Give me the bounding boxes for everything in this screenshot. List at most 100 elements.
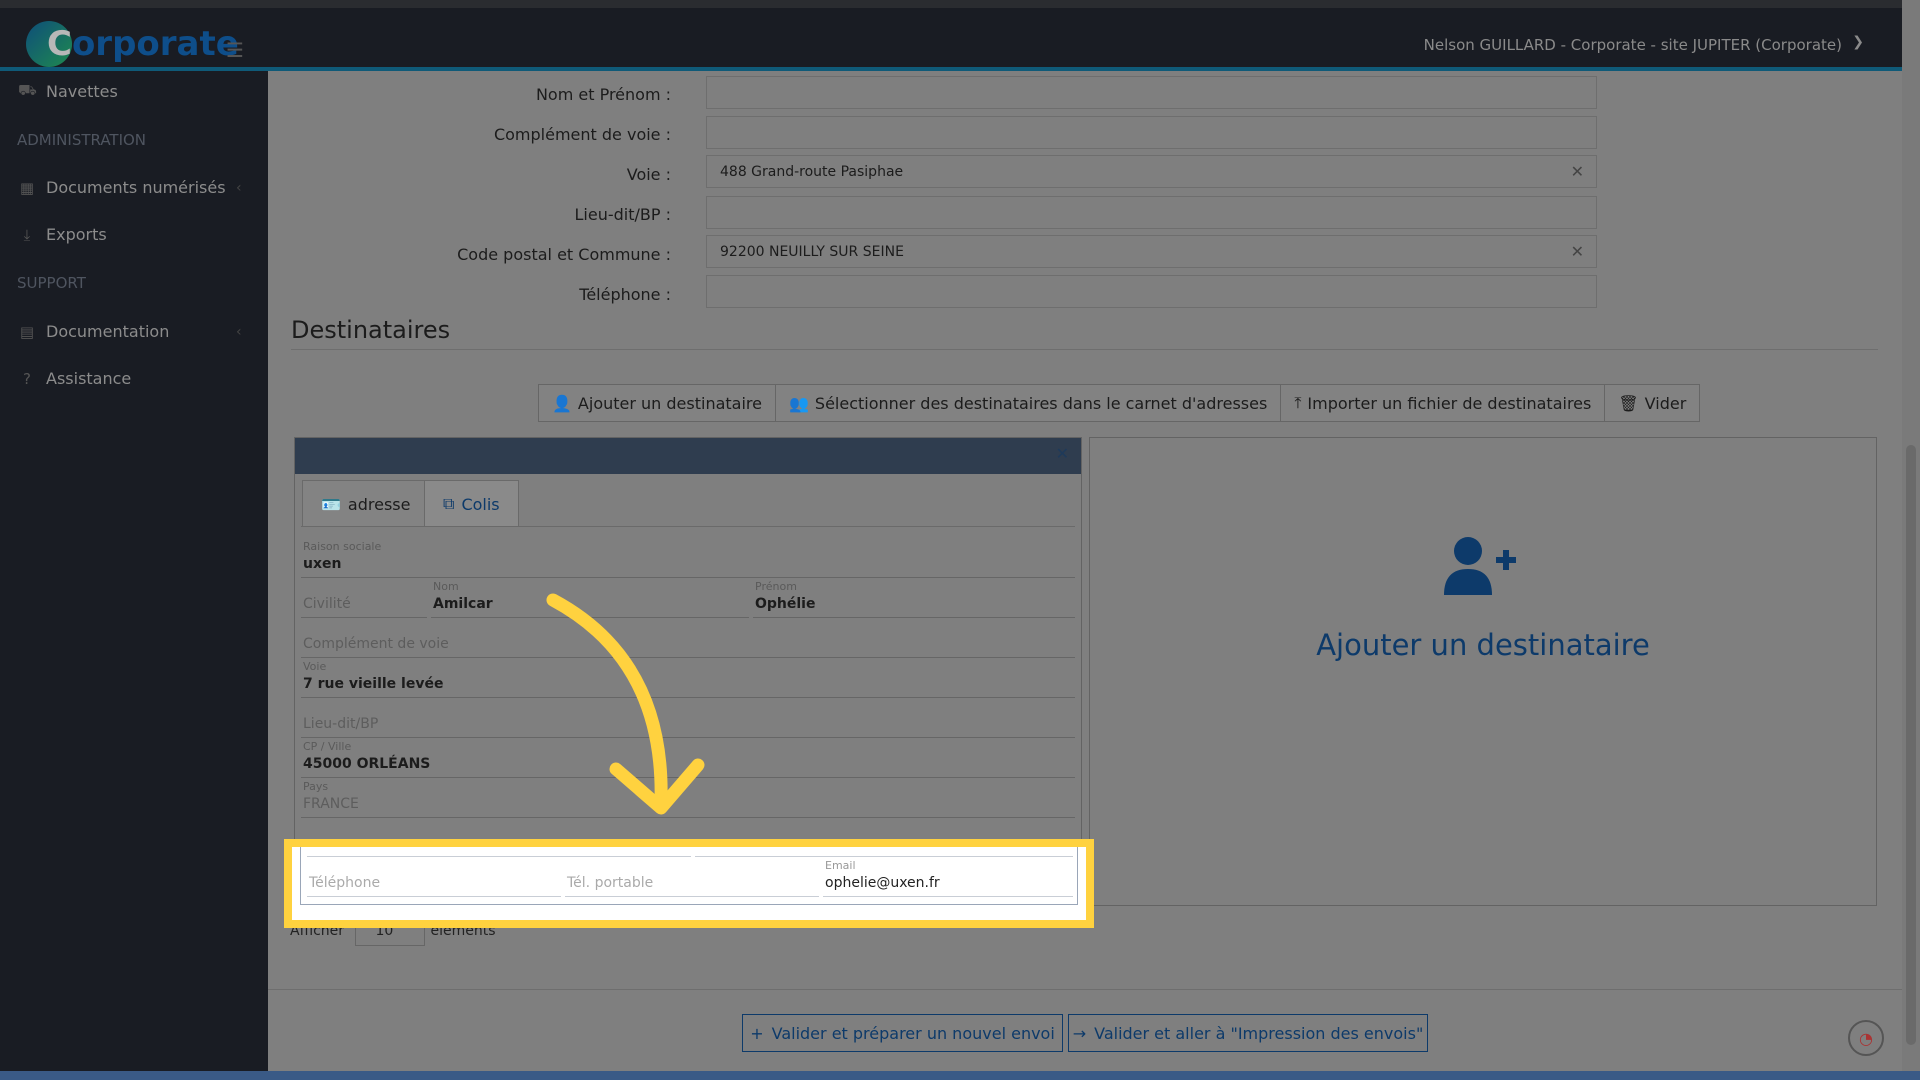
field-value: uxen	[303, 556, 342, 572]
menu-toggle-icon[interactable]: ☰	[226, 38, 246, 62]
field-value: Amilcar	[433, 596, 493, 612]
label-lieu-dit: Lieu-dit/BP :	[574, 205, 671, 224]
sidebar-item-label: Documents numérisés	[46, 178, 226, 197]
field-label: Email	[825, 859, 856, 872]
ref-contact-field[interactable]: Réf. contact	[695, 847, 1073, 857]
download-icon: ⤓	[23, 225, 31, 244]
label-nom: Nom et Prénom :	[535, 85, 671, 104]
upload-icon: ⤒	[1294, 393, 1302, 412]
field-value: ophelie@uxen.fr	[825, 875, 940, 891]
field-value: FRANCE	[303, 796, 359, 812]
clear-icon[interactable]: ✕	[1571, 242, 1584, 261]
user-menu[interactable]: Nelson GUILLARD - Corporate - site JUPIT…	[1424, 36, 1842, 54]
add-recipient-label: Ajouter un destinataire	[1316, 628, 1650, 662]
close-icon[interactable]: ✕	[1056, 444, 1069, 463]
voie-value: 488 Grand-route Pasiphae	[720, 164, 904, 180]
civilite-field[interactable]: Civilité	[301, 578, 427, 618]
complement-input[interactable]	[706, 116, 1597, 149]
telephone-input[interactable]	[706, 275, 1597, 308]
field-label: Nom	[433, 580, 459, 593]
chevron-down-icon[interactable]: ❯	[1852, 34, 1864, 50]
complement-field[interactable]: Complément de voie	[301, 618, 1075, 658]
tab-label: adresse	[347, 494, 411, 514]
divider	[291, 349, 1878, 350]
chat-widget-icon[interactable]: ◔	[1848, 1020, 1884, 1056]
button-label: Valider et aller à "Impression des envoi…	[1094, 1023, 1424, 1043]
sidebar-item-documents[interactable]: ▦ Documents numérisés	[18, 178, 226, 197]
field-placeholder: Complément de voie	[303, 636, 449, 652]
raison-sociale-field[interactable]: Raison sociale uxen	[301, 538, 1075, 578]
logo[interactable]: Corporate	[26, 21, 239, 67]
plus-icon: +	[750, 1023, 764, 1043]
code-postal-input[interactable]: 92200 NEUILLY SUR SEINE ✕	[706, 235, 1597, 268]
prenom-field[interactable]: Prénom Ophélie	[753, 578, 1075, 618]
add-recipient-panel[interactable]: Ajouter un destinataire	[1089, 437, 1877, 906]
field-placeholder: Lieu-dit/BP	[303, 716, 379, 732]
lieu-dit-field[interactable]: Lieu-dit/BP	[301, 698, 1075, 738]
cp-ville-field[interactable]: CP / Ville 45000 ORLÉANS	[301, 738, 1075, 778]
nom-input[interactable]	[706, 76, 1597, 109]
validate-new-button[interactable]: + Valider et préparer un nouvel envoi	[742, 1014, 1063, 1052]
add-recipient-button[interactable]: 👤 Ajouter un destinataire	[538, 384, 776, 422]
field-value: Ophélie	[755, 596, 816, 612]
button-label: Vider	[1644, 393, 1687, 413]
clear-icon[interactable]: ✕	[1571, 162, 1584, 181]
field-label: Raison sociale	[303, 540, 382, 553]
logo-text: orporate	[71, 24, 239, 64]
nom-field[interactable]: Nom Amilcar	[431, 578, 749, 618]
chevron-left-icon: ‹	[236, 180, 242, 196]
label-complement: Complément de voie :	[493, 125, 671, 144]
sidebar-item-navettes[interactable]: ⛟ Navettes	[18, 81, 118, 101]
button-label: Sélectionner des destinataires dans le c…	[814, 393, 1268, 413]
field-value: 7 rue vieille levée	[303, 676, 444, 692]
trash-icon: 🗑	[1618, 393, 1639, 413]
logo-initial: C	[47, 24, 72, 64]
field-placeholder: Tél. portable	[567, 875, 654, 891]
section-administration: ADMINISTRATION	[17, 131, 147, 149]
card-bottom: Référence Réf. contact Téléphone Tél. po…	[300, 847, 1078, 905]
pays-field[interactable]: Pays FRANCE	[301, 778, 1075, 818]
button-label: Importer un fichier de destinataires	[1307, 393, 1592, 413]
field-label: Pays	[303, 780, 329, 793]
sidebar-item-documentation[interactable]: ▤ Documentation	[18, 322, 169, 341]
sidebar: ⛟ Navettes ADMINISTRATION ▦ Documents numé…	[0, 71, 268, 1071]
sidebar-item-assistance[interactable]: ? Assistance	[18, 369, 131, 388]
sidebar-item-exports[interactable]: ⤓ Exports	[18, 225, 107, 244]
card-header: ✕	[295, 438, 1081, 474]
address-card-icon: 🪪	[321, 494, 341, 514]
telephone-field[interactable]: Téléphone	[307, 857, 561, 897]
button-label: Valider et préparer un nouvel envoi	[771, 1023, 1055, 1043]
select-from-addressbook-button[interactable]: 👥 Sélectionner des destinataires dans le …	[774, 384, 1282, 422]
app-header: Corporate ☰ Nelson GUILLARD - Corporate …	[0, 8, 1902, 68]
button-label: Ajouter un destinataire	[577, 393, 762, 413]
footer-divider	[268, 989, 1902, 990]
email-field[interactable]: Email ophelie@uxen.fr	[823, 857, 1073, 897]
field-label: Voie	[303, 660, 327, 673]
users-icon: 👥	[788, 393, 809, 413]
user-plus-icon	[1444, 537, 1516, 595]
sidebar-item-label: Assistance	[46, 369, 132, 388]
scrollbar-thumb[interactable]	[1906, 445, 1916, 1045]
field-label: CP / Ville	[303, 740, 352, 753]
validate-print-button[interactable]: → Valider et aller à "Impression des envo…	[1068, 1014, 1428, 1052]
field-label: Prénom	[755, 580, 797, 593]
tab-adresse[interactable]: 🪪 adresse	[302, 480, 430, 527]
import-file-button[interactable]: ⤒ Importer un fichier de destinataires	[1280, 384, 1606, 422]
tel-portable-field[interactable]: Tél. portable	[565, 857, 819, 897]
code-postal-value: 92200 NEUILLY SUR SEINE	[720, 244, 904, 260]
browser-bar	[0, 0, 1920, 8]
reference-field[interactable]: Référence	[307, 847, 691, 857]
chevron-left-icon: ‹	[236, 324, 242, 340]
lieu-dit-input[interactable]	[706, 196, 1597, 229]
user-plus-icon: 👤	[552, 393, 572, 413]
clear-button[interactable]: 🗑 Vider	[1604, 384, 1701, 422]
book-icon: ▤	[19, 322, 35, 341]
sidebar-item-label: Documentation	[46, 322, 170, 341]
voie-field[interactable]: Voie 7 rue vieille levée	[301, 658, 1075, 698]
header-divider	[0, 67, 1902, 71]
tab-colis[interactable]: ⧉ Colis	[424, 480, 519, 527]
voie-input[interactable]: 488 Grand-route Pasiphae ✕	[706, 155, 1597, 188]
question-circle-icon: ?	[23, 369, 31, 388]
recipient-actions: 👤 Ajouter un destinataire 👥 Sélectionner d…	[538, 384, 1701, 422]
arrow-right-icon: →	[1072, 1023, 1087, 1043]
